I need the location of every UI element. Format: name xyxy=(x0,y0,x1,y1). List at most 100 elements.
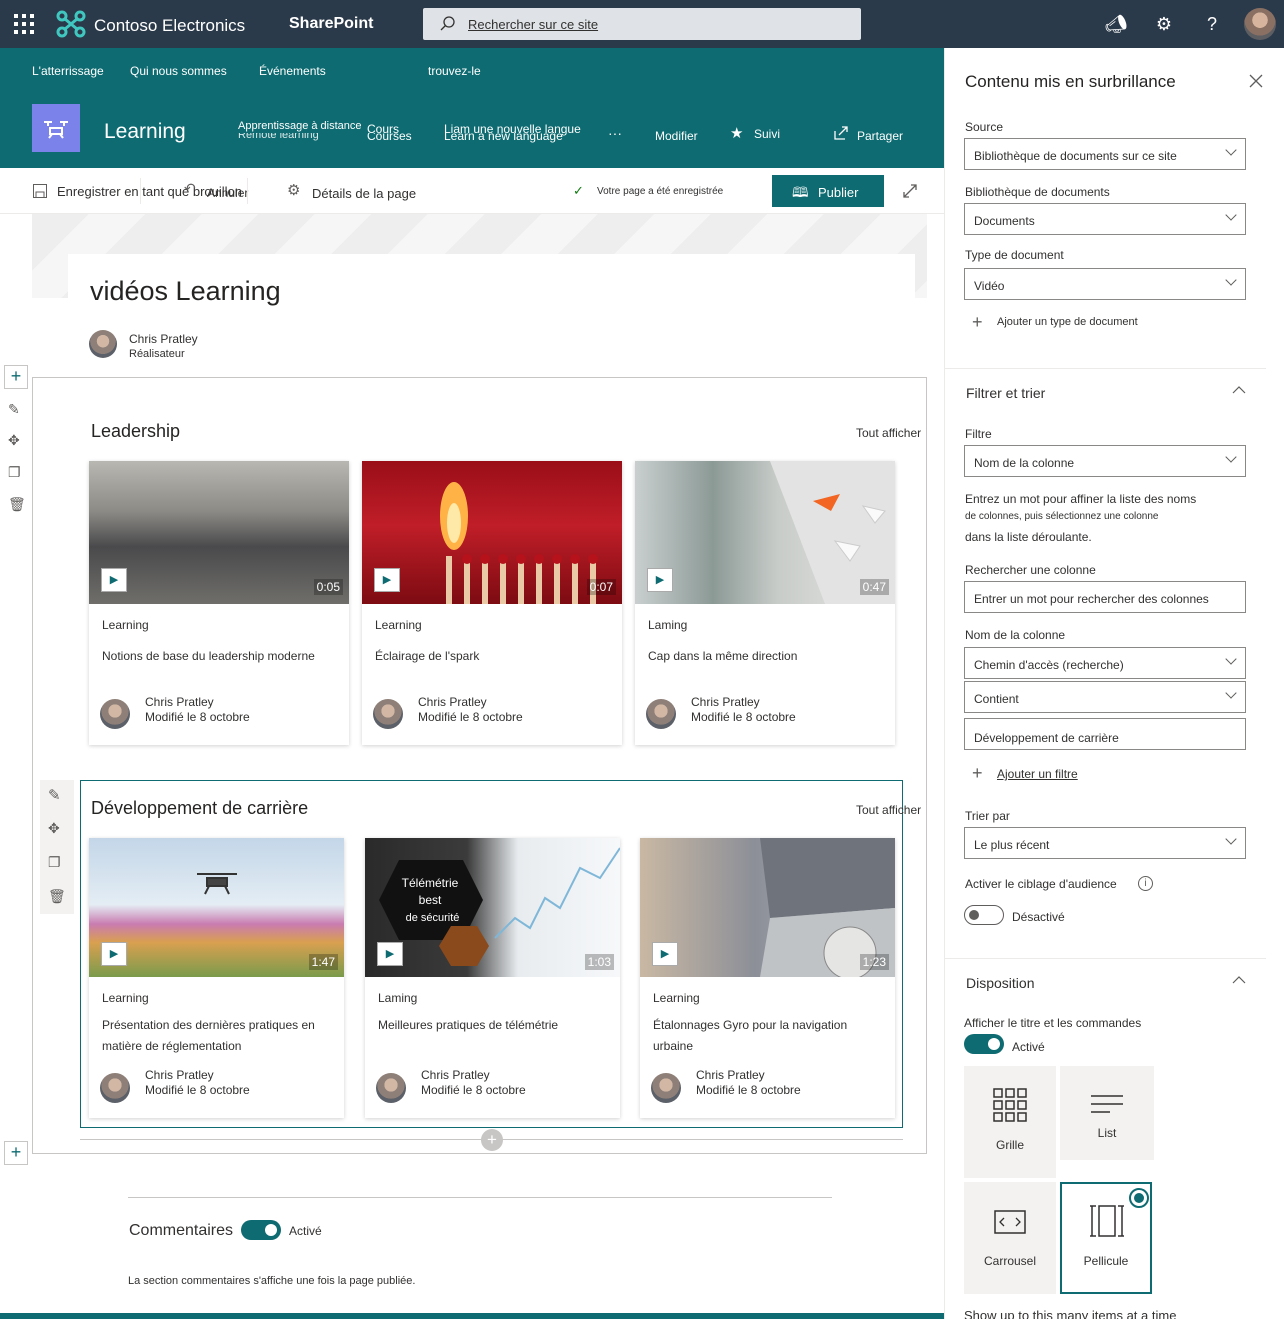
author-name[interactable]: Chris Pratley xyxy=(129,332,198,346)
filter-section-heading[interactable]: Filtrer et trier xyxy=(966,385,1045,401)
share-icon[interactable] xyxy=(833,125,849,141)
chevron-up-icon[interactable] xyxy=(1232,975,1246,985)
divider xyxy=(128,1197,832,1198)
card-title[interactable]: Notions de base du leadership moderne xyxy=(102,646,337,667)
page-title[interactable]: vidéos Learning xyxy=(90,276,281,307)
megaphone-icon[interactable]: 📣︎ xyxy=(1104,12,1128,36)
see-all-link[interactable]: Tout afficher xyxy=(856,803,921,817)
save-icon[interactable] xyxy=(32,183,48,199)
publish-button[interactable]: 🕮︎ Publier xyxy=(772,175,884,207)
video-card[interactable]: ▶ 1:47 Learning Présentation des dernièr… xyxy=(89,838,344,1118)
duplicate-section-icon[interactable]: ❐ xyxy=(8,464,21,481)
layout-option-list[interactable]: List xyxy=(1060,1066,1154,1160)
comments-toggle-state: Activé xyxy=(289,1224,322,1238)
chevron-up-icon[interactable] xyxy=(1232,385,1246,395)
layout-label: Carrousel xyxy=(983,1254,1037,1268)
plus-icon[interactable]: + xyxy=(972,763,983,784)
page-details-button[interactable]: Détails de la page xyxy=(312,186,416,201)
comments-toggle[interactable] xyxy=(241,1220,281,1240)
avatar[interactable] xyxy=(1244,8,1276,40)
video-card[interactable]: ▶ 0:05 Learning Notions de base du leade… xyxy=(89,461,349,745)
search-column-input[interactable]: Entrer un mot pour rechercher des colonn… xyxy=(964,581,1246,613)
play-icon[interactable]: ▶ xyxy=(374,568,400,592)
card-title[interactable]: Cap dans la même direction xyxy=(648,646,883,667)
close-icon[interactable] xyxy=(1249,74,1263,88)
source-dropdown[interactable]: Bibliothèque de documents sur ce site xyxy=(964,138,1246,170)
info-icon[interactable]: i xyxy=(1138,876,1153,891)
play-icon[interactable]: ▶ xyxy=(647,568,673,592)
operator-dropdown[interactable]: Contient xyxy=(964,681,1246,713)
gear-icon[interactable]: ⚙ xyxy=(287,181,300,199)
more-icon[interactable]: ··· xyxy=(608,125,622,141)
filter-value: Nom de la colonne xyxy=(974,456,1075,470)
layout-option-grid[interactable]: Grille xyxy=(964,1066,1056,1178)
add-filter-link[interactable]: Ajouter un filtre xyxy=(997,767,1078,781)
hub-nav-item-find[interactable]: trouvez-le xyxy=(428,64,481,78)
video-card[interactable]: ▶ 1:23 Learning Étalonnages Gyro pour la… xyxy=(640,838,895,1118)
drone-icon xyxy=(44,121,68,139)
layout-option-filmstrip[interactable]: Pellicule xyxy=(1060,1182,1152,1294)
share-button[interactable]: Partager xyxy=(857,129,903,143)
video-card[interactable]: ▶ 0:07 Learning Éclairage de l'spark Chr… xyxy=(362,461,622,745)
card-title[interactable]: Meilleures pratiques de télémétrie xyxy=(378,1015,608,1036)
video-card[interactable]: Télémétrie best de sécurité ▶ 1:03 Lamin… xyxy=(365,838,620,1118)
edit-web-part-icon[interactable]: ✎ xyxy=(48,786,61,804)
filter-text-input[interactable]: Développement de carrière xyxy=(964,718,1246,750)
delete-section-icon[interactable]: 🗑︎ xyxy=(8,496,26,513)
app-launcher-icon[interactable] xyxy=(14,14,34,34)
follow-button[interactable]: Suivi xyxy=(754,127,780,141)
show-title-toggle[interactable] xyxy=(964,1034,1004,1054)
layout-section-heading[interactable]: Disposition xyxy=(966,975,1034,991)
card-title[interactable]: Présentation des dernières pratiques en … xyxy=(102,1015,332,1057)
delete-web-part-icon[interactable]: 🗑︎ xyxy=(48,888,66,905)
layout-option-carousel[interactable]: Carrousel xyxy=(964,1182,1056,1294)
site-logo[interactable] xyxy=(32,104,80,152)
move-web-part-icon[interactable]: ✥ xyxy=(48,820,60,837)
video-duration: 0:47 xyxy=(859,579,889,595)
expand-icon[interactable] xyxy=(902,183,918,199)
star-icon[interactable]: ★ xyxy=(730,124,743,142)
add-section-button[interactable]: + xyxy=(4,1141,28,1165)
see-all-link[interactable]: Tout afficher xyxy=(856,426,921,440)
brand-name[interactable]: Contoso Electronics xyxy=(94,16,245,36)
duplicate-web-part-icon[interactable]: ❐ xyxy=(48,854,61,871)
play-icon[interactable]: ▶ xyxy=(377,942,403,966)
play-icon[interactable]: ▶ xyxy=(101,568,127,592)
card-category: Laming xyxy=(378,991,418,1005)
library-dropdown[interactable]: Documents xyxy=(964,203,1246,235)
card-title[interactable]: Étalonnages Gyro pour la navigation urba… xyxy=(653,1015,883,1057)
source-value: Bibliothèque de documents sur ce site xyxy=(974,149,1177,163)
add-section-button[interactable]: + xyxy=(4,365,28,389)
undo-icon[interactable]: ↶ xyxy=(184,180,196,197)
card-title[interactable]: Éclairage de l'spark xyxy=(375,646,610,667)
undo-button[interactable]: Annuler xyxy=(207,186,248,200)
play-icon[interactable]: ▶ xyxy=(101,942,127,966)
audience-state: Désactivé xyxy=(1012,910,1065,924)
move-section-icon[interactable]: ✥ xyxy=(8,432,20,449)
add-web-part-button[interactable]: + xyxy=(481,1129,503,1151)
sort-dropdown[interactable]: Le plus récent xyxy=(964,827,1246,859)
hub-nav-item-events[interactable]: Événements xyxy=(259,64,326,78)
filter-dropdown[interactable]: Nom de la colonne xyxy=(964,445,1246,477)
column-name-dropdown[interactable]: Chemin d'accès (recherche) xyxy=(964,647,1246,679)
help-icon[interactable]: ? xyxy=(1200,12,1224,36)
site-title[interactable]: Learning xyxy=(104,120,186,144)
card-date: Modifié le 8 octobre xyxy=(145,1083,250,1097)
doctype-dropdown[interactable]: Vidéo xyxy=(964,268,1246,300)
edit-section-icon[interactable]: ✎ xyxy=(8,401,20,418)
modify-link[interactable]: Modifier xyxy=(655,129,698,143)
card-date: Modifié le 8 octobre xyxy=(421,1083,526,1097)
app-name[interactable]: SharePoint xyxy=(289,15,373,33)
audience-toggle[interactable] xyxy=(964,905,1004,925)
card-author: Chris Pratley xyxy=(696,1068,765,1082)
gear-icon[interactable]: ⚙ xyxy=(1152,12,1176,36)
play-icon[interactable]: ▶ xyxy=(652,942,678,966)
hub-nav-item-landing[interactable]: L'atterrissage xyxy=(32,64,104,78)
plus-icon[interactable]: + xyxy=(972,312,983,333)
search-box[interactable]: Rechercher sur ce site xyxy=(423,8,861,40)
video-duration: 1:03 xyxy=(584,954,614,970)
hub-nav-item-about[interactable]: Qui nous sommes xyxy=(130,64,227,78)
video-card[interactable]: ▶ 0:47 Laming Cap dans la même direction… xyxy=(635,461,895,745)
site-nav-remote-fr[interactable]: Apprentissage à distance xyxy=(238,120,362,132)
add-doctype-link[interactable]: Ajouter un type de document xyxy=(997,316,1138,328)
